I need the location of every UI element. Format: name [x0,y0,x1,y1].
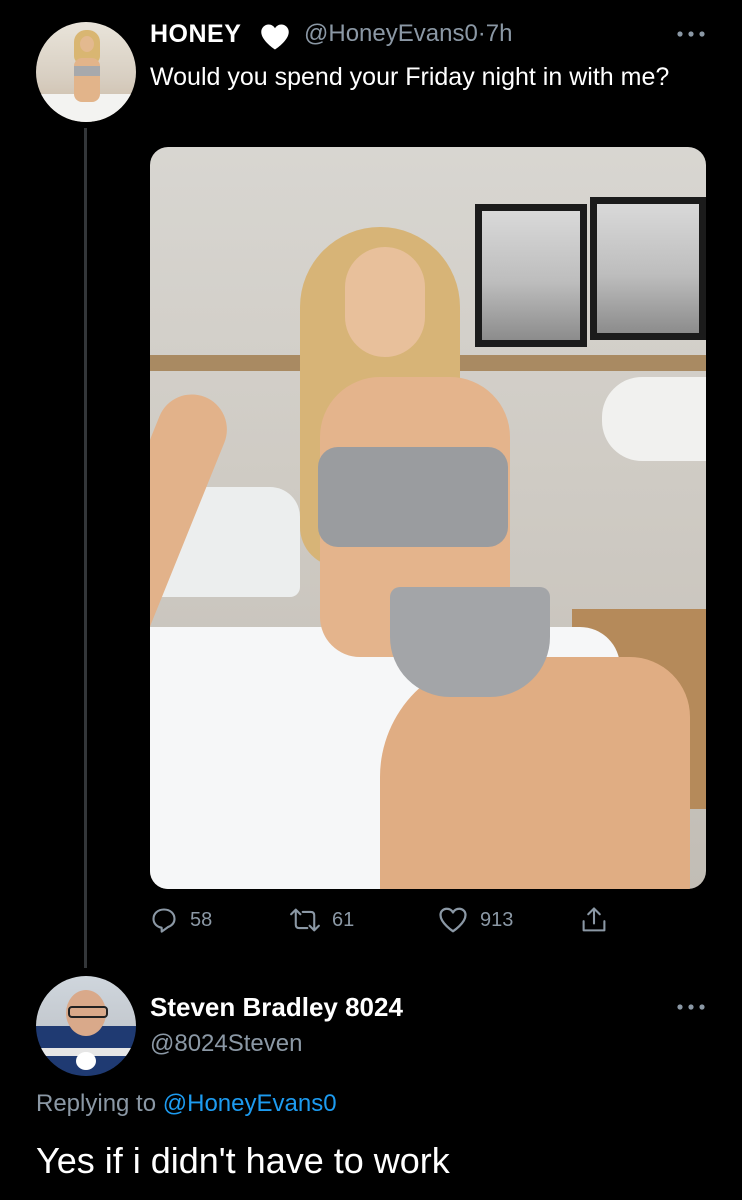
avatar-jersey-logo [76,1052,96,1070]
avatar-top [74,66,100,76]
replying-prefix: Replying to [36,1090,157,1117]
avatar-body [74,58,100,102]
retweet-button[interactable]: 61 [290,906,354,934]
avatar-face [80,36,94,52]
avatar-glasses [68,1006,108,1018]
heart-icon [261,24,289,50]
author-handle-line[interactable]: @HoneyEvans0·7h [304,20,513,48]
share-button[interactable] [580,905,608,935]
photo-person-top [318,447,508,547]
author-name[interactable]: HONEY [150,20,241,49]
like-count: 913 [480,908,514,931]
share-icon [582,907,606,932]
reply-text: Yes if i didn't have to work [36,1140,450,1181]
reply-author-handle[interactable]: @8024Steven [150,1030,302,1058]
retweet-icon [290,908,320,932]
like-button[interactable]: 913 [438,906,513,934]
reply-count: 58 [190,908,213,931]
reply-icon [152,908,176,933]
avatar-honey[interactable] [36,22,136,122]
more-icon[interactable] [676,30,706,38]
photo-lamp [602,377,706,461]
tweet-photo[interactable] [150,147,706,889]
replying-mention-link[interactable]: @HoneyEvans0 [163,1090,337,1117]
photo-frame [590,197,706,340]
replying-to-line: Replying to @HoneyEvans0 [36,1090,337,1118]
reply-author-name[interactable]: Steven Bradley 8024 [150,992,403,1023]
retweet-count: 61 [332,908,355,931]
more-icon[interactable] [676,1003,706,1011]
author-handle[interactable]: @HoneyEvans0 [304,20,478,47]
photo-person-face [345,247,425,357]
avatar-steven[interactable] [36,976,136,1076]
tweet-time[interactable]: 7h [486,20,513,47]
like-icon [439,907,467,933]
photo-person-bottom [390,587,550,697]
tweet-text: Would you spend your Friday night in wit… [150,63,670,91]
photo-frame [475,204,587,347]
reply-button[interactable]: 58 [150,906,212,934]
time-separator: · [477,20,486,47]
thread-line [84,128,87,968]
